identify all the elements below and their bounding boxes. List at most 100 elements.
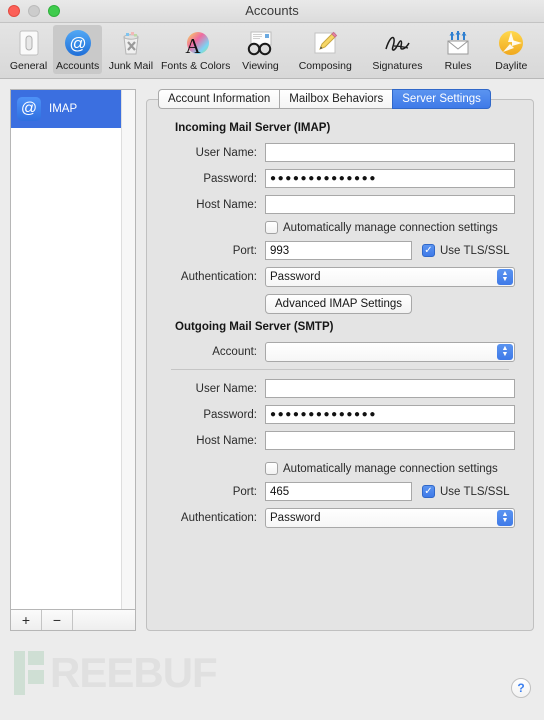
toolbar-label-rules: Rules bbox=[444, 60, 472, 72]
incoming-password-value: ●●●●●●●●●●●●●● bbox=[270, 173, 377, 184]
incoming-tls-label: Use TLS/SSL bbox=[440, 244, 510, 257]
chevron-updown-icon: ▲ ▼ bbox=[497, 510, 513, 526]
toolbar-label-junk-mail: Junk Mail bbox=[108, 60, 154, 72]
account-list-scrollbar[interactable] bbox=[121, 90, 135, 609]
toolbar-item-signatures[interactable]: Signatures bbox=[361, 25, 433, 74]
incoming-port-input[interactable]: 993 bbox=[265, 241, 412, 260]
incoming-port-row: Port: 993 ✓ Use TLS/SSL bbox=[165, 241, 515, 260]
account-list-pane: @ IMAP + − bbox=[10, 89, 136, 631]
incoming-user-name-label: User Name: bbox=[195, 146, 257, 159]
add-account-button[interactable]: + bbox=[11, 610, 42, 630]
incoming-password-label: Password: bbox=[203, 172, 257, 185]
tab-server-settings[interactable]: Server Settings bbox=[392, 89, 491, 109]
incoming-authentication-value: Password bbox=[270, 271, 321, 283]
junk-mail-trash-icon bbox=[115, 27, 147, 59]
incoming-auto-manage-checkbox[interactable] bbox=[265, 221, 278, 234]
window-titlebar: Accounts bbox=[0, 0, 544, 23]
toolbar-label-viewing: Viewing bbox=[242, 60, 279, 72]
outgoing-account-select[interactable]: ▲ ▼ bbox=[265, 342, 515, 362]
outgoing-host-name-label: Host Name: bbox=[196, 434, 257, 447]
freebuf-watermark-text: REEBUF bbox=[50, 649, 218, 696]
outgoing-port-input[interactable]: 465 bbox=[265, 482, 412, 501]
toolbar-item-daylite[interactable]: Daylite bbox=[483, 25, 540, 74]
incoming-password-row: Password: ●●●●●●●●●●●●●● bbox=[165, 169, 515, 188]
toolbar-item-general[interactable]: General bbox=[4, 25, 53, 74]
server-settings-panel: Incoming Mail Server (IMAP) User Name: P… bbox=[146, 99, 534, 631]
svg-text:A: A bbox=[185, 34, 201, 57]
outgoing-password-value: ●●●●●●●●●●●●●● bbox=[270, 409, 377, 420]
account-list-footer: + − bbox=[10, 609, 136, 631]
help-button[interactable]: ? bbox=[511, 678, 531, 698]
accounts-preferences-window: Accounts General @ Accounts Junk Mail A … bbox=[0, 0, 544, 720]
toolbar-item-fonts-colors[interactable]: A Fonts & Colors bbox=[160, 25, 232, 74]
general-icon bbox=[13, 27, 45, 59]
accounts-at-icon: @ bbox=[62, 27, 94, 59]
incoming-user-name-row: User Name: bbox=[165, 143, 515, 162]
account-list-footer-filler bbox=[73, 610, 135, 630]
toolbar-label-signatures: Signatures bbox=[372, 60, 423, 72]
outgoing-tls-label: Use TLS/SSL bbox=[440, 485, 510, 498]
preferences-content: @ IMAP + − Account Information Mailbox B… bbox=[0, 79, 544, 641]
incoming-authentication-row: Authentication: Password ▲ ▼ bbox=[165, 267, 515, 287]
advanced-imap-settings-row: Advanced IMAP Settings bbox=[165, 294, 515, 314]
account-list-item-label: IMAP bbox=[49, 103, 78, 115]
outgoing-section-title: Outgoing Mail Server (SMTP) bbox=[175, 321, 334, 333]
account-list-item-imap[interactable]: @ IMAP bbox=[11, 90, 135, 128]
incoming-host-name-input[interactable] bbox=[265, 195, 515, 214]
outgoing-auto-manage-checkbox[interactable] bbox=[265, 462, 278, 475]
incoming-tls-checkbox[interactable]: ✓ bbox=[422, 244, 435, 257]
remove-account-button[interactable]: − bbox=[42, 610, 73, 630]
fonts-colors-icon: A bbox=[180, 27, 212, 59]
incoming-section-title: Incoming Mail Server (IMAP) bbox=[175, 122, 331, 134]
outgoing-divider bbox=[171, 369, 509, 370]
toolbar-label-general: General bbox=[9, 60, 48, 72]
tab-mailbox-behaviors[interactable]: Mailbox Behaviors bbox=[279, 89, 393, 109]
outgoing-auto-manage-row: Automatically manage connection settings bbox=[165, 462, 515, 475]
daylite-sun-icon bbox=[495, 27, 527, 59]
tab-account-information[interactable]: Account Information bbox=[158, 89, 280, 109]
incoming-user-name-input[interactable] bbox=[265, 143, 515, 162]
toolbar-item-rules[interactable]: Rules bbox=[434, 25, 483, 74]
incoming-tls-group: ✓ Use TLS/SSL bbox=[422, 244, 509, 257]
outgoing-tls-checkbox[interactable]: ✓ bbox=[422, 485, 435, 498]
account-list[interactable]: @ IMAP bbox=[10, 89, 136, 609]
incoming-port-label: Port: bbox=[232, 244, 257, 257]
chevron-updown-icon: ▲ ▼ bbox=[497, 344, 513, 360]
incoming-host-name-row: Host Name: bbox=[165, 195, 515, 214]
outgoing-authentication-select[interactable]: Password ▲ ▼ bbox=[265, 508, 515, 528]
incoming-authentication-select[interactable]: Password ▲ ▼ bbox=[265, 267, 515, 287]
outgoing-password-label: Password: bbox=[203, 408, 257, 421]
toolbar-label-daylite: Daylite bbox=[495, 60, 528, 72]
outgoing-authentication-label: Authentication: bbox=[180, 512, 257, 524]
toolbar-label-fonts-colors: Fonts & Colors bbox=[160, 60, 231, 72]
outgoing-account-label: Account: bbox=[212, 346, 257, 358]
composing-pencil-icon bbox=[309, 27, 341, 59]
toolbar-item-junk-mail[interactable]: Junk Mail bbox=[102, 25, 159, 74]
outgoing-port-label: Port: bbox=[232, 485, 257, 498]
outgoing-tls-group: ✓ Use TLS/SSL bbox=[422, 485, 509, 498]
outgoing-user-name-row: User Name: bbox=[165, 379, 515, 398]
rules-envelope-icon bbox=[442, 27, 474, 59]
outgoing-account-row: Account: ▲ ▼ bbox=[165, 342, 515, 362]
outgoing-user-name-input[interactable] bbox=[265, 379, 515, 398]
outgoing-password-input[interactable]: ●●●●●●●●●●●●●● bbox=[265, 405, 515, 424]
incoming-auto-manage-label: Automatically manage connection settings bbox=[283, 221, 498, 234]
outgoing-authentication-value: Password bbox=[270, 512, 321, 524]
outgoing-auto-manage-label: Automatically manage connection settings bbox=[283, 462, 498, 475]
toolbar-label-accounts: Accounts bbox=[56, 60, 100, 72]
incoming-authentication-label: Authentication: bbox=[180, 271, 257, 283]
incoming-password-input[interactable]: ●●●●●●●●●●●●●● bbox=[265, 169, 515, 188]
outgoing-host-name-row: Host Name: bbox=[165, 431, 515, 450]
toolbar-item-accounts[interactable]: @ Accounts bbox=[53, 25, 103, 74]
toolbar-item-viewing[interactable]: Viewing bbox=[232, 25, 289, 74]
freebuf-watermark: REEBUF bbox=[14, 649, 218, 697]
outgoing-port-row: Port: 465 ✓ Use TLS/SSL bbox=[165, 482, 515, 501]
outgoing-authentication-row: Authentication: Password ▲ ▼ bbox=[165, 508, 515, 528]
svg-text:@: @ bbox=[69, 34, 86, 53]
preferences-toolbar: General @ Accounts Junk Mail A Fonts & C… bbox=[0, 23, 544, 79]
toolbar-item-composing[interactable]: Composing bbox=[289, 25, 361, 74]
outgoing-host-name-input[interactable] bbox=[265, 431, 515, 450]
toolbar-label-composing: Composing bbox=[298, 60, 352, 72]
at-sign-icon: @ bbox=[17, 97, 41, 121]
advanced-imap-settings-button[interactable]: Advanced IMAP Settings bbox=[265, 294, 412, 314]
